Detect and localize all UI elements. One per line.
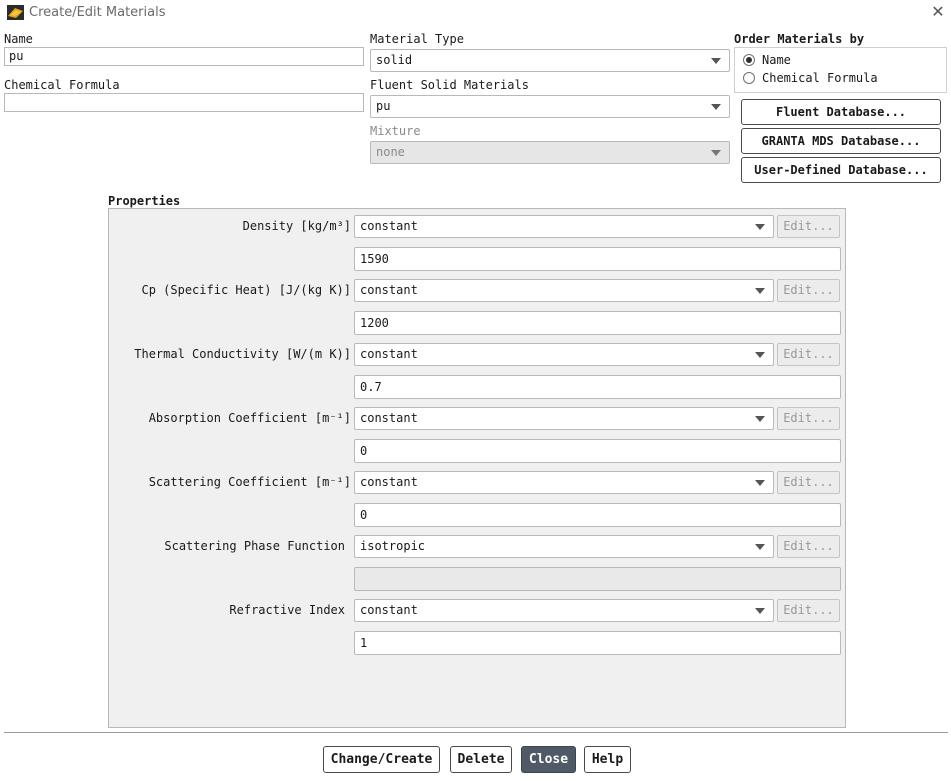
title-bar: Create/Edit Materials ✕ — [0, 0, 951, 26]
properties-panel: Density [kg/m³] constant Edit... 1590 Cp… — [108, 208, 846, 728]
close-button[interactable]: Close — [521, 746, 576, 773]
specific-heat-edit-button[interactable]: Edit... — [777, 279, 840, 302]
density-value-input[interactable]: 1590 — [354, 247, 841, 271]
refractive-index-method-dropdown[interactable]: constant — [354, 599, 774, 622]
refractive-index-method-value: constant — [360, 603, 418, 617]
fluent-database-button[interactable]: Fluent Database... — [741, 99, 941, 125]
radio-selected-icon[interactable] — [743, 54, 755, 66]
help-button[interactable]: Help — [584, 746, 631, 773]
chevron-down-icon — [755, 544, 765, 550]
radio-unselected-icon[interactable] — [743, 72, 755, 84]
change-create-button[interactable]: Change/Create — [323, 746, 440, 773]
chevron-down-icon — [755, 288, 765, 294]
scattering-coefficient-method-value: constant — [360, 475, 418, 489]
density-method-value: constant — [360, 219, 418, 233]
delete-button[interactable]: Delete — [450, 746, 512, 773]
chevron-down-icon — [755, 480, 765, 486]
density-method-dropdown[interactable]: constant — [354, 215, 774, 238]
absorption-coefficient-label: Absorption Coefficient [m⁻¹] — [148, 411, 351, 425]
close-icon[interactable]: ✕ — [929, 2, 947, 22]
scattering-phase-function-method-dropdown[interactable]: isotropic — [354, 535, 774, 558]
scattering-phase-function-method-value: isotropic — [360, 539, 426, 553]
chevron-down-icon — [711, 58, 721, 64]
specific-heat-value-input[interactable]: 1200 — [354, 311, 841, 335]
bottom-separator — [4, 732, 948, 733]
scattering-coefficient-value-input[interactable]: 0 — [354, 503, 841, 527]
thermal-conductivity-label: Thermal Conductivity [W/(m K)] — [134, 347, 351, 361]
order-by-chemical-formula-label: Chemical Formula — [762, 71, 878, 85]
material-type-dropdown[interactable]: solid — [370, 49, 730, 72]
fluent-solid-materials-dropdown[interactable]: pu — [370, 95, 730, 118]
scattering-phase-function-value-input — [354, 567, 841, 591]
scattering-coefficient-method-dropdown[interactable]: constant — [354, 471, 774, 494]
material-type-label: Material Type — [370, 32, 464, 46]
mixture-label: Mixture — [370, 124, 421, 138]
absorption-coefficient-method-dropdown[interactable]: constant — [354, 407, 774, 430]
specific-heat-label: Cp (Specific Heat) [J/(kg K)] — [141, 283, 351, 297]
chevron-down-icon — [711, 150, 721, 156]
chevron-down-icon — [711, 104, 721, 110]
absorption-coefficient-method-value: constant — [360, 411, 418, 425]
absorption-coefficient-edit-button[interactable]: Edit... — [777, 407, 840, 430]
density-edit-button[interactable]: Edit... — [777, 215, 840, 238]
chevron-down-icon — [755, 224, 765, 230]
order-by-chemical-formula-option[interactable]: Chemical Formula — [743, 71, 933, 87]
chevron-down-icon — [755, 416, 765, 422]
refractive-index-edit-button[interactable]: Edit... — [777, 599, 840, 622]
ansys-app-icon — [7, 5, 24, 20]
chevron-down-icon — [755, 352, 765, 358]
fluent-solid-materials-value: pu — [376, 99, 391, 113]
mixture-value: none — [376, 145, 405, 159]
chevron-down-icon — [755, 608, 765, 614]
absorption-coefficient-value-input[interactable]: 0 — [354, 439, 841, 463]
granta-mds-database-button[interactable]: GRANTA MDS Database... — [741, 128, 941, 154]
thermal-conductivity-method-dropdown[interactable]: constant — [354, 343, 774, 366]
specific-heat-method-value: constant — [360, 283, 418, 297]
material-type-value: solid — [376, 53, 413, 67]
mixture-dropdown: none — [370, 141, 730, 164]
scattering-coefficient-edit-button[interactable]: Edit... — [777, 471, 840, 494]
specific-heat-method-dropdown[interactable]: constant — [354, 279, 774, 302]
scattering-coefficient-label: Scattering Coefficient [m⁻¹] — [148, 475, 351, 489]
properties-label: Properties — [108, 194, 181, 208]
order-by-name-option[interactable]: Name — [743, 53, 933, 69]
user-defined-database-button[interactable]: User-Defined Database... — [741, 157, 941, 183]
refractive-index-value-input[interactable]: 1 — [354, 631, 841, 655]
window-title: Create/Edit Materials — [29, 5, 166, 20]
order-materials-by-group: Name Chemical Formula — [734, 47, 947, 93]
scattering-phase-function-label: Scattering Phase Function — [164, 539, 345, 553]
refractive-index-label: Refractive Index — [229, 603, 345, 617]
thermal-conductivity-value-input[interactable]: 0.7 — [354, 375, 841, 399]
chemical-formula-input[interactable] — [4, 93, 364, 112]
chemical-formula-label: Chemical Formula — [4, 78, 120, 92]
scattering-phase-function-edit-button[interactable]: Edit... — [777, 535, 840, 558]
name-label: Name — [4, 32, 33, 46]
thermal-conductivity-edit-button[interactable]: Edit... — [777, 343, 840, 366]
fluent-solid-materials-label: Fluent Solid Materials — [370, 78, 529, 92]
order-materials-by-label: Order Materials by — [734, 32, 865, 46]
name-input[interactable]: pu — [4, 47, 364, 66]
thermal-conductivity-method-value: constant — [360, 347, 418, 361]
order-by-name-label: Name — [762, 53, 791, 67]
density-label: Density [kg/m³] — [242, 219, 351, 233]
